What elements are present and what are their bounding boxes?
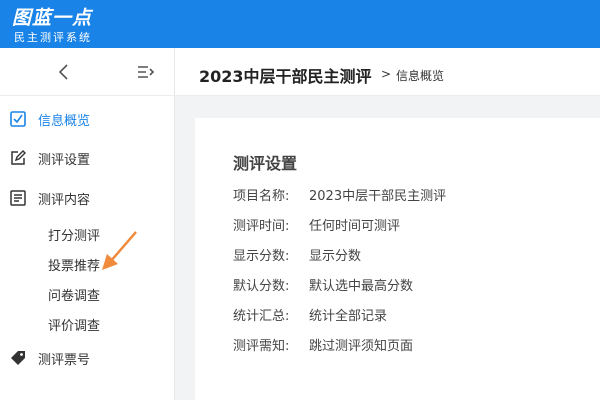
- chevron-left-icon: [58, 64, 68, 80]
- row-key: 默认分数:: [233, 279, 290, 294]
- card-title: 测评设置: [233, 154, 298, 173]
- sub-item-label: 投票推荐: [48, 259, 101, 274]
- tag-icon: [11, 351, 25, 365]
- row-key: 项目名称:: [233, 189, 290, 204]
- sidebar-item-label: 信息概览: [38, 114, 91, 129]
- row-key: 测评需知:: [233, 339, 290, 354]
- sidebar-item-overview[interactable]: 信息概览: [0, 104, 175, 134]
- breadcrumb-separator: >: [381, 67, 392, 81]
- info-row-project: 项目名称: 2023中层干部民主测评: [233, 185, 446, 204]
- breadcrumb[interactable]: 信息概览: [396, 67, 444, 84]
- sidebar-item-label: 测评内容: [38, 193, 91, 208]
- row-value: 2023中层干部民主测评: [309, 189, 447, 204]
- info-row-show-score: 显示分数: 显示分数: [233, 245, 361, 264]
- row-value: 任何时间可测评: [309, 219, 401, 234]
- page-title: 2023中层干部民主测评: [199, 67, 372, 86]
- list-icon: [10, 190, 26, 206]
- info-row-statistics: 统计汇总: 统计全部记录: [233, 305, 387, 324]
- row-key: 统计汇总:: [233, 309, 290, 324]
- sub-item-vote[interactable]: 投票推荐: [0, 250, 175, 276]
- brand-subtitle: 民主测评系统: [14, 31, 92, 44]
- top-bar: 图蓝一点 民主测评系统: [0, 0, 600, 48]
- sidebar-toolbar: [0, 48, 175, 96]
- sidebar-item-label: 测评设置: [38, 153, 91, 168]
- row-value: 显示分数: [309, 249, 362, 264]
- sidebar-item-ticket[interactable]: 测评票号: [0, 343, 175, 373]
- info-row-notice: 测评需知: 跳过测评须知页面: [233, 335, 413, 354]
- sub-item-score[interactable]: 打分测评: [0, 220, 175, 246]
- sub-item-label: 评价调查: [48, 319, 101, 334]
- menu-fold-icon: [138, 66, 155, 78]
- sidebar-item-settings[interactable]: 测评设置: [0, 143, 175, 173]
- row-value: 默认选中最高分数: [309, 279, 414, 294]
- sidebar: 信息概览 测评设置 测评内容 打分测评 投票推荐 问卷调查 评价调查 测评票号: [0, 48, 175, 400]
- info-row-time: 测评时间: 任何时间可测评: [233, 215, 400, 234]
- sub-item-label: 打分测评: [48, 229, 101, 244]
- back-button[interactable]: [52, 60, 76, 84]
- edit-icon: [11, 150, 26, 165]
- checkbox-icon: [10, 111, 26, 127]
- collapse-menu-button[interactable]: [134, 60, 158, 84]
- row-value: 统计全部记录: [309, 309, 388, 324]
- sub-item-evaluation[interactable]: 评价调查: [0, 310, 175, 336]
- row-key: 显示分数:: [233, 249, 290, 264]
- sidebar-item-content[interactable]: 测评内容: [0, 183, 175, 213]
- settings-card: 测评设置 项目名称: 2023中层干部民主测评 测评时间: 任何时间可测评 显示分数…: [195, 118, 600, 400]
- sub-item-label: 问卷调查: [48, 289, 101, 304]
- row-value: 跳过测评须知页面: [309, 339, 414, 354]
- brand-logo: 图蓝一点: [12, 7, 93, 29]
- row-key: 测评时间:: [233, 219, 290, 234]
- sidebar-item-label: 测评票号: [38, 353, 91, 368]
- page-header: 2023中层干部民主测评 > 信息概览: [175, 48, 600, 96]
- sub-item-survey[interactable]: 问卷调查: [0, 280, 175, 306]
- info-row-default-score: 默认分数: 默认选中最高分数: [233, 275, 413, 294]
